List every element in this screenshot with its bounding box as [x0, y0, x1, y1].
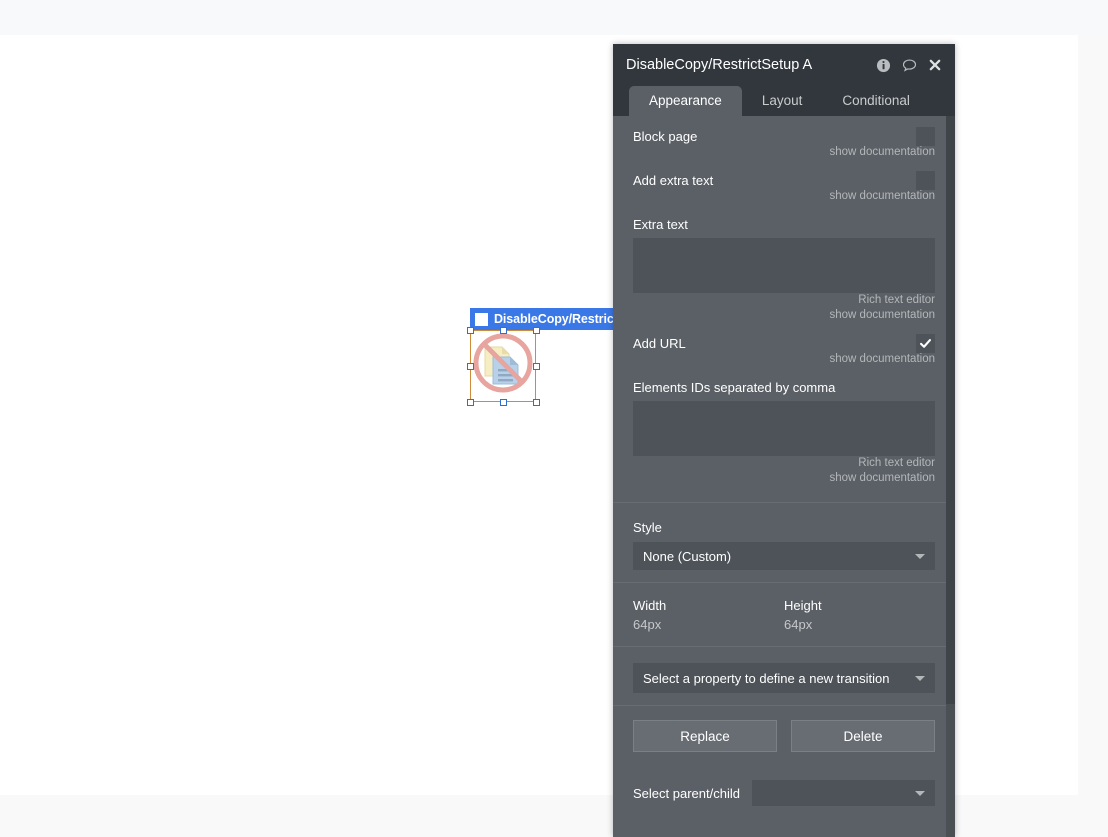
add-url-checkbox[interactable] — [916, 334, 935, 353]
parent-child-label: Select parent/child — [633, 785, 740, 801]
property-elements-ids: Elements IDs separated by comma Rich tex… — [633, 367, 935, 486]
comment-icon[interactable] — [901, 57, 917, 73]
panel-header-actions — [875, 57, 943, 73]
property-extra-text: Extra text Rich text editor show documen… — [633, 204, 935, 323]
extra-text-editor-hint: Rich text editor — [858, 294, 935, 306]
element-checkbox-icon — [475, 312, 488, 326]
replace-button[interactable]: Replace — [633, 720, 777, 752]
dimensions-row: Width 64px Height 64px — [633, 583, 935, 646]
check-icon — [919, 339, 932, 348]
element-properties-panel: DisableCopy/RestrictSetup A Appearance L… — [613, 44, 955, 837]
add-extra-text-doc-link[interactable]: show documentation — [633, 189, 935, 204]
chevron-down-icon — [915, 675, 925, 681]
app-root: DisableCopy/Restrict DisableCopy/Restric… — [0, 0, 1108, 837]
resize-handle-s[interactable] — [500, 399, 507, 406]
add-extra-text-checkbox[interactable] — [916, 171, 935, 190]
action-buttons: Replace Delete — [633, 706, 935, 768]
resize-handle-n[interactable] — [500, 327, 507, 334]
width-label: Width — [633, 598, 667, 613]
chevron-down-icon — [915, 553, 925, 559]
tab-layout[interactable]: Layout — [742, 86, 823, 116]
property-label: Add extra text — [633, 173, 714, 188]
canvas-right-gutter — [1078, 35, 1108, 795]
parent-child-select[interactable] — [752, 780, 935, 806]
block-page-checkbox[interactable] — [916, 127, 935, 146]
disable-copy-icon — [471, 331, 535, 395]
style-select-value: None (Custom) — [643, 548, 732, 564]
extra-text-doc-link[interactable]: show documentation — [633, 308, 935, 323]
info-icon[interactable] — [875, 57, 891, 73]
resize-handle-sw[interactable] — [467, 399, 474, 406]
style-select[interactable]: None (Custom) — [633, 542, 935, 570]
height-label: Height — [784, 598, 822, 613]
property-add-extra-text: Add extra text show documentation — [633, 160, 935, 204]
panel-scrollbar-track[interactable] — [946, 116, 955, 837]
property-label: Extra text — [633, 217, 688, 232]
height-value[interactable]: 64px — [784, 615, 935, 634]
actions-section: Replace Delete Select parent/child — [613, 706, 955, 806]
panel-scrollbar-thumb[interactable] — [946, 116, 955, 704]
resize-handle-se[interactable] — [533, 399, 540, 406]
resize-handle-nw[interactable] — [467, 327, 474, 334]
elements-ids-input[interactable] — [633, 401, 935, 456]
parent-child-row: Select parent/child — [633, 768, 935, 806]
resize-handle-e[interactable] — [533, 363, 540, 370]
dimensions-section: Width 64px Height 64px — [613, 583, 955, 647]
chevron-down-icon — [915, 790, 925, 796]
property-block-page: Block page show documentation — [633, 116, 935, 160]
browser-top-strip — [0, 0, 1108, 35]
style-label: Style — [633, 520, 662, 535]
width-field: Width 64px — [633, 597, 784, 634]
close-icon[interactable] — [927, 57, 943, 73]
panel-scroll-body: Block page show documentation Add extra … — [613, 116, 955, 837]
extra-text-input[interactable] — [633, 238, 935, 293]
tab-appearance[interactable]: Appearance — [629, 86, 742, 116]
property-label: Block page — [633, 129, 698, 144]
transition-section: Select a property to define a new transi… — [613, 647, 955, 706]
transition-select[interactable]: Select a property to define a new transi… — [633, 663, 935, 693]
height-field: Height 64px — [784, 597, 935, 634]
appearance-properties-section: Block page show documentation Add extra … — [613, 116, 955, 502]
width-value[interactable]: 64px — [633, 615, 784, 634]
resize-handle-ne[interactable] — [533, 327, 540, 334]
tab-conditional[interactable]: Conditional — [822, 86, 930, 116]
property-add-url: Add URL show documentation — [633, 323, 935, 367]
property-label: Elements IDs separated by comma — [633, 380, 836, 395]
elements-ids-doc-link[interactable]: show documentation — [633, 471, 935, 486]
panel-title: DisableCopy/RestrictSetup A — [626, 57, 813, 73]
block-page-doc-link[interactable]: show documentation — [633, 145, 935, 160]
delete-button[interactable]: Delete — [791, 720, 935, 752]
property-label: Add URL — [633, 336, 686, 351]
style-section: Style None (Custom) — [613, 502, 955, 583]
panel-header: DisableCopy/RestrictSetup A — [613, 44, 955, 86]
resize-handle-w[interactable] — [467, 363, 474, 370]
add-url-doc-link[interactable]: show documentation — [633, 352, 935, 367]
transition-select-value: Select a property to define a new transi… — [643, 670, 890, 686]
selected-element-name: DisableCopy/Restrict — [494, 312, 618, 326]
panel-tabs: Appearance Layout Conditional — [613, 86, 955, 116]
style-row: Style None (Custom) — [633, 503, 935, 570]
elements-ids-editor-hint: Rich text editor — [858, 457, 935, 469]
